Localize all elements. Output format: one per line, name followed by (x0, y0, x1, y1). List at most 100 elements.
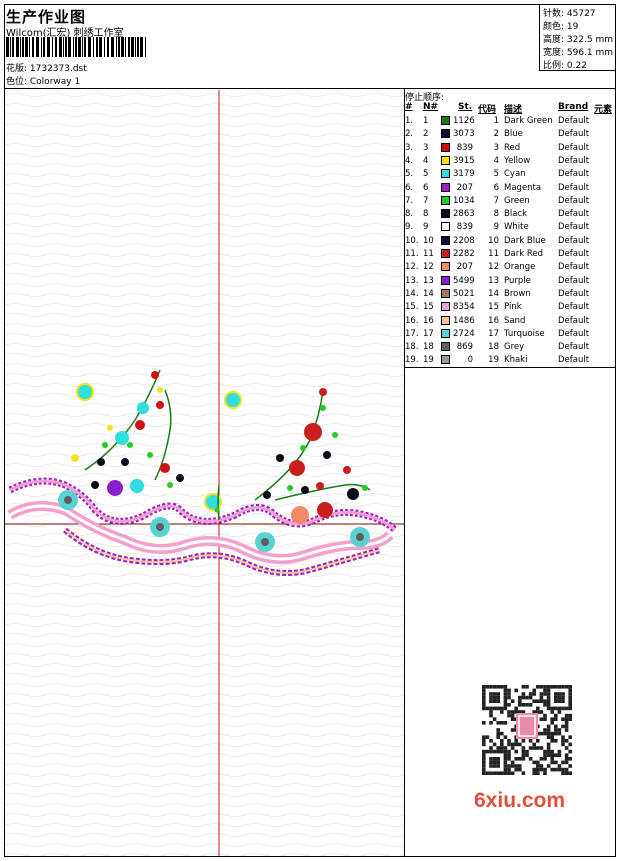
table-row: 2. 2 3073 2 Blue Default (405, 129, 616, 142)
row-needle: 11 (423, 249, 434, 259)
row-code: 11 (488, 249, 499, 259)
barcode-icon (6, 37, 146, 57)
row-needle: 7 (423, 195, 429, 206)
row-index: 7. (405, 195, 414, 206)
row-description: Grey (504, 342, 525, 353)
row-stitches: 869 (456, 342, 473, 353)
row-needle: 19 (423, 355, 434, 366)
row-description: Orange (504, 262, 536, 273)
row-description: Sand (504, 315, 526, 326)
row-stitches: 1034 (453, 195, 475, 206)
table-row: 11. 11 2282 11 Dark Red Default (405, 249, 616, 262)
row-index: 8. (405, 209, 414, 220)
col-header-needle: N# (423, 102, 439, 112)
row-stitches: 8354 (453, 302, 475, 313)
design-height: 高度: 322.5 mm (543, 35, 614, 45)
row-stitches: 2863 (453, 209, 475, 220)
table-row: 12. 12 207 12 Orange Default (405, 262, 616, 275)
color-swatch (441, 182, 450, 192)
row-code: 10 (488, 235, 499, 246)
color-swatch (441, 315, 450, 325)
table-row: 16. 16 1486 16 Sand Default (405, 315, 616, 329)
row-brand: Default (558, 235, 590, 246)
row-stitches: 5021 (453, 288, 475, 299)
row-brand: Default (558, 275, 590, 286)
color-swatch (441, 249, 450, 258)
col-header-index: # (405, 102, 413, 112)
row-index: 17. (405, 328, 419, 339)
row-stitches: 207 (456, 182, 473, 193)
row-index: 3. (405, 142, 414, 153)
table-row: 18. 18 869 18 Grey Default (405, 342, 616, 355)
row-index: 5. (405, 169, 414, 180)
row-needle: 12 (423, 262, 434, 273)
row-code: 12 (488, 262, 499, 273)
row-code: 4 (493, 155, 499, 166)
row-needle: 3 (423, 142, 429, 153)
row-index: 15. (405, 302, 419, 313)
row-code: 5 (493, 169, 499, 180)
row-description: Dark Blue (504, 235, 546, 246)
row-stitches: 2724 (453, 328, 475, 339)
row-index: 9. (405, 222, 414, 233)
row-brand: Default (558, 342, 590, 353)
row-needle: 4 (423, 155, 429, 166)
color-swatch (441, 222, 450, 232)
table-row: 4. 4 3915 4 Yellow Default (405, 155, 616, 169)
row-index: 19. (405, 355, 419, 366)
color-swatch (441, 169, 450, 179)
table-row: 8. 8 2863 8 Black Default (405, 209, 616, 222)
row-description: Cyan (504, 169, 526, 180)
row-brand: Default (558, 129, 590, 140)
table-row: 14. 14 5021 14 Brown Default (405, 288, 616, 302)
row-code: 19 (488, 355, 499, 366)
color-swatch (441, 275, 450, 285)
row-index: 18. (405, 342, 419, 353)
row-stitches: 3073 (453, 129, 475, 140)
row-brand: Default (558, 169, 590, 180)
row-brand: Default (558, 288, 590, 299)
row-needle: 2 (423, 129, 429, 140)
color-swatch (441, 209, 450, 219)
row-description: Black (504, 209, 527, 220)
row-brand: Default (558, 155, 590, 166)
row-description: Purple (504, 275, 531, 286)
color-swatch (441, 342, 450, 352)
row-brand: Default (558, 328, 590, 339)
row-needle: 13 (423, 275, 434, 286)
row-code: 16 (488, 315, 499, 326)
row-stitches: 5499 (453, 275, 475, 286)
color-swatch (441, 288, 450, 298)
row-needle: 14 (423, 288, 434, 299)
row-code: 2 (493, 129, 499, 140)
6xiu-logo: 6xiu.com (474, 789, 566, 812)
row-code: 14 (488, 288, 499, 299)
stitch-count: 针数: 45727 (543, 9, 596, 19)
row-brand: Default (558, 116, 590, 126)
row-description: Pink (504, 302, 522, 313)
row-brand: Default (558, 222, 590, 233)
row-description: Dark Green (504, 116, 553, 126)
table-row: 1. 1 1126 1 Dark Green Default (405, 116, 616, 129)
table-row: 5. 5 3179 5 Cyan Default (405, 169, 616, 182)
row-needle: 8 (423, 209, 429, 220)
row-code: 15 (488, 302, 499, 313)
col-header-code: 代码 (478, 105, 497, 115)
color-swatch (441, 235, 450, 245)
row-needle: 6 (423, 182, 429, 193)
row-index: 14. (405, 288, 419, 299)
row-stitches: 207 (456, 262, 473, 273)
row-description: Yellow (504, 155, 531, 166)
row-index: 4. (405, 155, 414, 166)
row-index: 13. (405, 275, 419, 286)
row-brand: Default (558, 355, 590, 366)
row-brand: Default (558, 142, 590, 153)
design-filename: 花版: 1732373.dst (6, 64, 87, 74)
row-index: 1. (405, 116, 414, 126)
row-brand: Default (558, 315, 590, 326)
color-swatch (441, 142, 450, 152)
table-row: 6. 6 207 6 Magenta Default (405, 182, 616, 196)
row-stitches: 839 (456, 222, 473, 233)
row-description: White (504, 222, 529, 233)
table-row: 3. 3 839 3 Red Default (405, 142, 616, 156)
